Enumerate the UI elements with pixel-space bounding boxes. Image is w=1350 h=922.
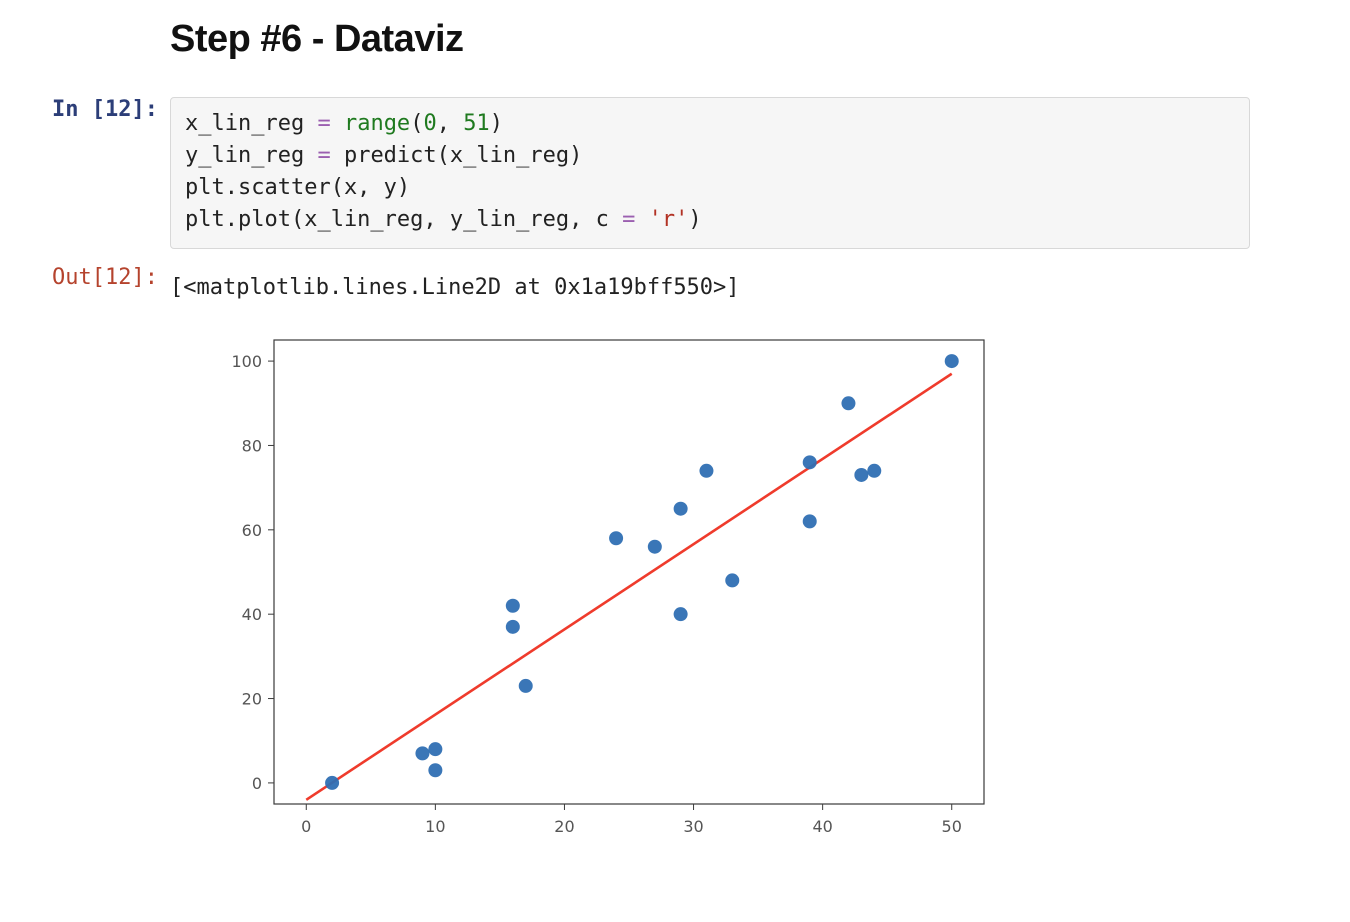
x-tick-label: 40 — [812, 817, 832, 836]
y-tick-label: 60 — [242, 520, 262, 539]
y-tick-label: 100 — [231, 352, 262, 371]
x-tick-label: 0 — [301, 817, 311, 836]
scatter-point — [428, 763, 442, 777]
notebook-page: Step #6 - Dataviz In [12]: x_lin_reg = r… — [0, 0, 1350, 922]
x-tick-label: 20 — [554, 817, 574, 836]
section-heading: Step #6 - Dataviz — [170, 18, 1290, 61]
scatter-point — [699, 463, 713, 477]
scatter-point — [428, 742, 442, 756]
code-cell[interactable]: x_lin_reg = range(0, 51) y_lin_reg = pre… — [170, 97, 1250, 249]
scatter-point — [674, 607, 688, 621]
scatter-point — [803, 455, 817, 469]
scatter-chart: 0 10 20 30 40 50 0 20 40 60 80 100 — [204, 326, 1004, 856]
out-prompt: Out[12]: — [0, 265, 170, 290]
heading-row: Step #6 - Dataviz — [0, 18, 1350, 89]
input-cell-content: x_lin_reg = range(0, 51) y_lin_reg = pre… — [170, 97, 1350, 249]
scatter-point — [506, 598, 520, 612]
regression-line — [306, 373, 951, 799]
y-tick-label: 20 — [242, 689, 262, 708]
output-cell-row: Out[12]: [<matplotlib.lines.Line2D at 0x… — [0, 265, 1350, 856]
scatter-point — [803, 514, 817, 528]
scatter-point — [609, 531, 623, 545]
heading-content: Step #6 - Dataviz — [170, 18, 1350, 89]
x-tick-label: 30 — [683, 817, 703, 836]
input-cell-row: In [12]: x_lin_reg = range(0, 51) y_lin_… — [0, 97, 1350, 249]
in-prompt: In [12]: — [0, 97, 170, 122]
scatter-point — [674, 501, 688, 515]
scatter-point — [725, 573, 739, 587]
scatter-point — [415, 746, 429, 760]
scatter-point — [945, 354, 959, 368]
output-cell-content: [<matplotlib.lines.Line2D at 0x1a19bff55… — [170, 265, 1350, 856]
scatter-point — [519, 678, 533, 692]
y-tick-label: 0 — [252, 773, 262, 792]
scatter-point — [648, 539, 662, 553]
y-tick-label: 80 — [242, 436, 262, 455]
scatter-point — [841, 396, 855, 410]
scatter-point — [854, 468, 868, 482]
scatter-point — [325, 775, 339, 789]
chart-wrapper: 0 10 20 30 40 50 0 20 40 60 80 100 — [204, 326, 1290, 856]
x-tick-label: 10 — [425, 817, 445, 836]
output-text: [<matplotlib.lines.Line2D at 0x1a19bff55… — [170, 275, 1290, 300]
x-tick-label: 50 — [942, 817, 962, 836]
scatter-point — [506, 619, 520, 633]
y-tick-label: 40 — [242, 605, 262, 624]
scatter-point — [867, 463, 881, 477]
